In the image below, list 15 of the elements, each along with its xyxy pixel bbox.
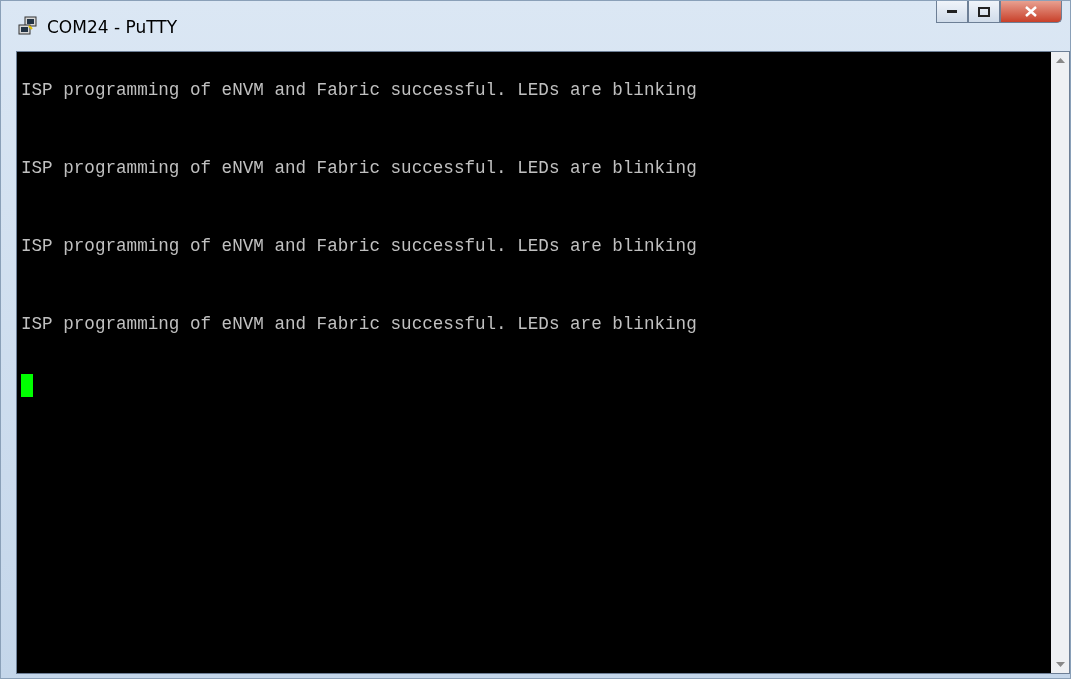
- close-button[interactable]: [1000, 1, 1062, 23]
- scroll-up-icon[interactable]: [1055, 58, 1065, 63]
- minimize-button[interactable]: [936, 1, 968, 23]
- terminal-line: ISP programming of eNVM and Fabric successful. LEDs are blinking: [21, 80, 698, 100]
- terminal-line: ISP programming of eNVM and Fabric successful. LEDs are blinking: [21, 158, 698, 178]
- maximize-button[interactable]: [968, 1, 1000, 23]
- close-icon: [1025, 6, 1037, 17]
- scrollbar[interactable]: [1051, 52, 1069, 673]
- scroll-down-icon[interactable]: [1055, 662, 1065, 667]
- terminal-line: ISP programming of eNVM and Fabric successful. LEDs are blinking: [21, 314, 698, 334]
- minimize-icon: [947, 9, 957, 14]
- computers-icon: [17, 15, 39, 37]
- window-title: COM24 - PuTTY: [47, 17, 178, 37]
- maximize-icon: [978, 6, 990, 17]
- terminal-line: ISP programming of eNVM and Fabric successful. LEDs are blinking: [21, 236, 698, 256]
